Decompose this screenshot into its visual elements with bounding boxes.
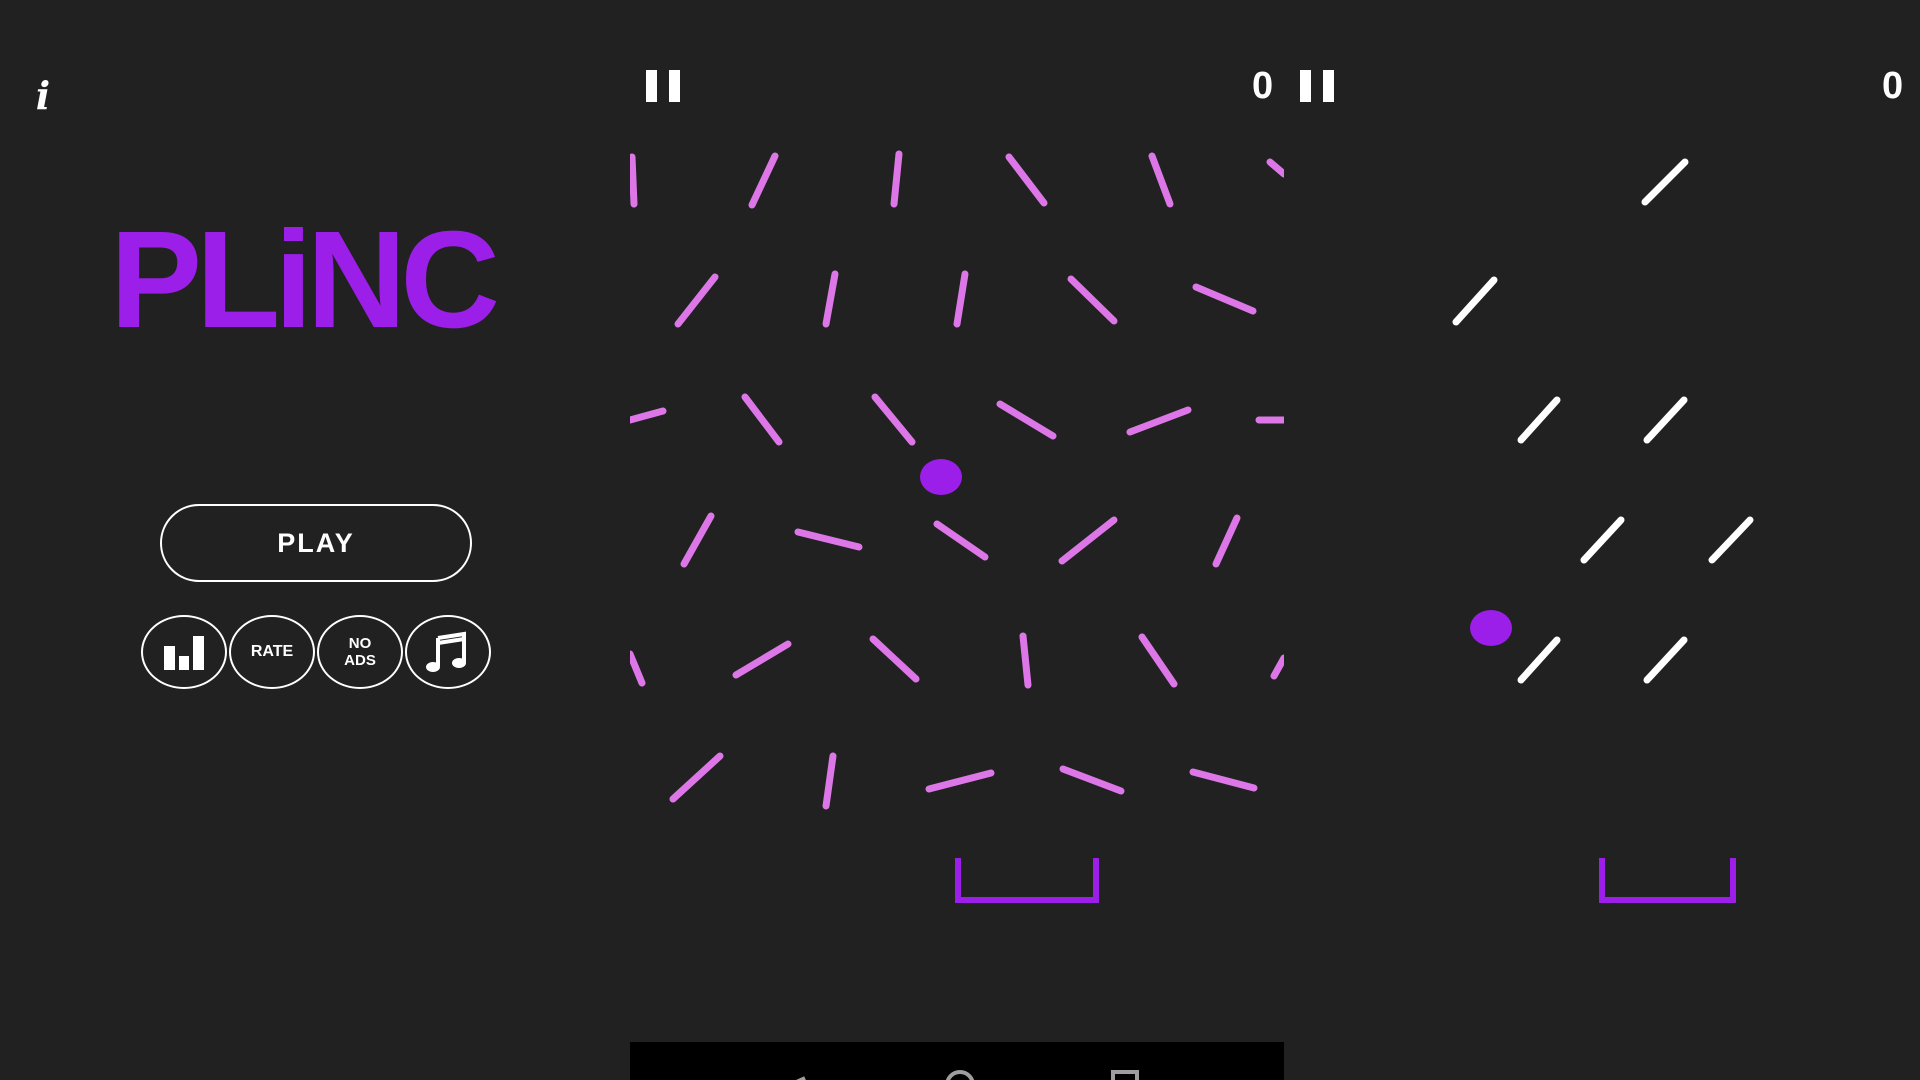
android-nav-bar [630, 1042, 1284, 1080]
left-peg [630, 650, 646, 687]
left-peg [630, 153, 638, 208]
left-peg [748, 152, 779, 209]
left-peg [1019, 632, 1032, 689]
pause-button-right[interactable] [1300, 70, 1334, 102]
left-peg [669, 752, 724, 803]
left-peg [871, 393, 916, 446]
left-peg [732, 640, 792, 679]
left-peg [1138, 633, 1178, 688]
pause-icon [1300, 70, 1311, 102]
left-ball [920, 459, 962, 495]
left-peg [1059, 765, 1125, 795]
score-left: 0 [1252, 65, 1274, 107]
pause-button-left[interactable] [646, 70, 680, 102]
game-field-right[interactable] [1284, 140, 1920, 920]
pause-icon [646, 70, 657, 102]
right-peg [1580, 516, 1625, 564]
right-peg [1643, 636, 1688, 684]
left-peg [822, 270, 839, 328]
right-peg [1641, 158, 1689, 206]
left-peg [680, 512, 715, 568]
left-peg [1058, 516, 1118, 565]
bar-chart-icon [164, 636, 204, 670]
left-peg [1067, 275, 1118, 325]
left-peg [925, 769, 995, 793]
leaderboard-button[interactable] [141, 615, 227, 689]
left-peg [794, 528, 863, 551]
home-icon[interactable] [945, 1070, 975, 1080]
left-peg [890, 150, 903, 208]
left-peg [674, 273, 719, 328]
left-peg [630, 407, 667, 424]
left-bucket [955, 858, 1099, 903]
game-logo: PLiNC [110, 205, 530, 335]
logo-text: PLiNC [110, 205, 496, 335]
music-note-icon [426, 631, 466, 672]
left-peg [1126, 406, 1192, 436]
no-ads-line1: NO [348, 635, 372, 652]
no-ads-line2: ADS [344, 652, 376, 669]
left-peg [1005, 153, 1048, 207]
left-peg [1266, 158, 1284, 178]
left-peg [933, 520, 989, 561]
right-peg [1517, 636, 1561, 684]
play-button[interactable]: PLAY [160, 504, 472, 582]
left-peg [1189, 768, 1258, 792]
left-peg [1270, 654, 1284, 680]
right-peg [1643, 396, 1688, 444]
left-peg [996, 400, 1057, 440]
right-peg [1708, 516, 1754, 564]
right-ball [1470, 610, 1512, 646]
right-peg [1452, 276, 1498, 326]
score-right: 0 [1882, 65, 1904, 107]
right-peg [1517, 396, 1561, 444]
left-peg [953, 270, 969, 328]
rate-button[interactable]: RATE [229, 615, 315, 689]
game-field-left[interactable] [630, 140, 1284, 920]
recents-icon[interactable] [1111, 1070, 1139, 1080]
left-peg [1212, 514, 1241, 568]
info-icon[interactable]: i [28, 76, 58, 116]
left-peg [1148, 152, 1174, 208]
music-button[interactable] [405, 615, 491, 689]
left-peg [822, 752, 837, 810]
right-bucket [1599, 858, 1736, 903]
left-peg [741, 393, 783, 446]
left-peg [1192, 283, 1257, 315]
left-peg [869, 635, 920, 683]
no-ads-button[interactable]: NO ADS [317, 615, 403, 689]
